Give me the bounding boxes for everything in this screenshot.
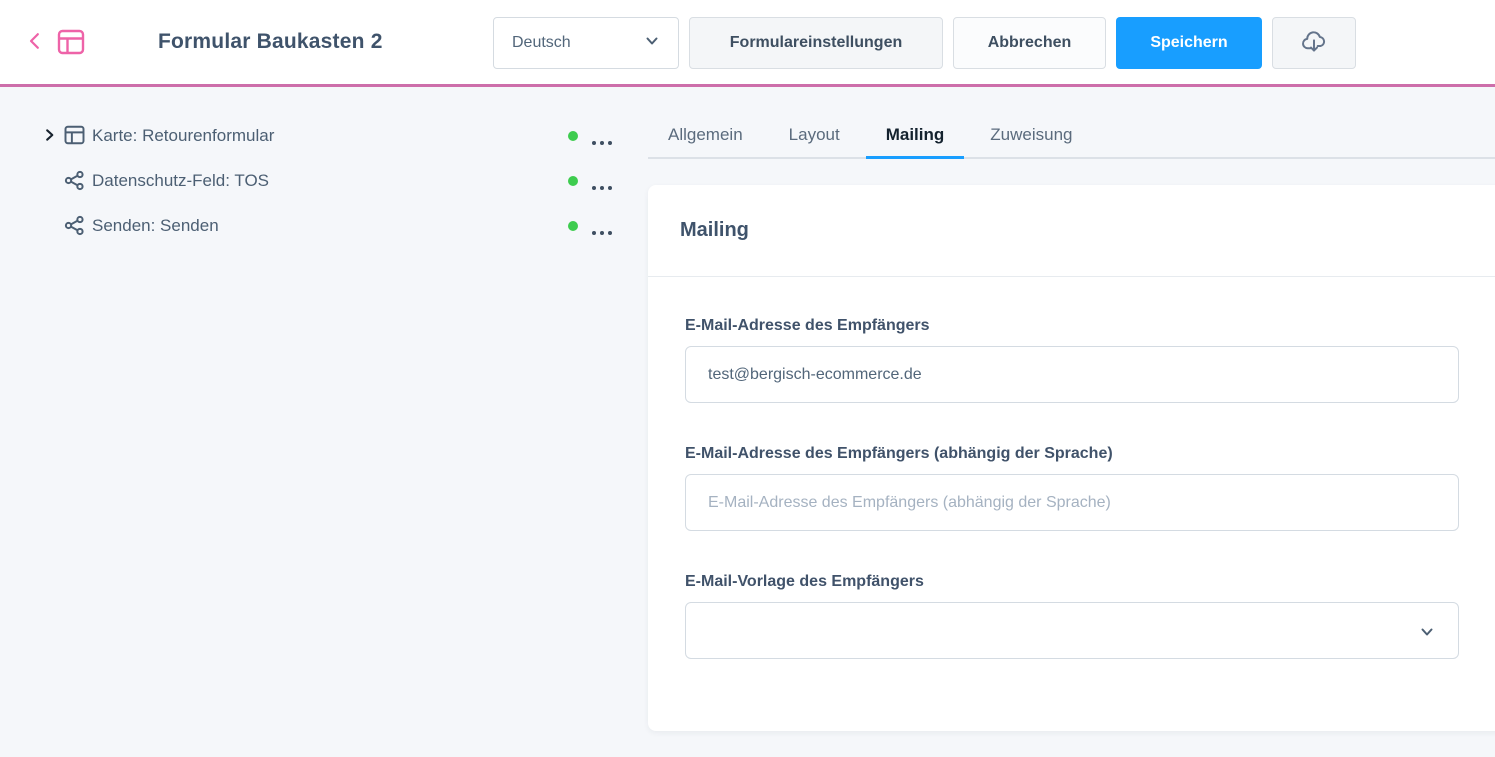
email-template-select[interactable] [685, 602, 1459, 659]
tree-item-senden-senden[interactable]: Senden: Senden [0, 211, 640, 241]
tab-allgemein[interactable]: Allgemein [648, 114, 763, 159]
context-menu-button[interactable] [591, 223, 613, 241]
tab-zuweisung[interactable]: Zuweisung [970, 114, 1092, 159]
save-button[interactable]: Speichern [1116, 17, 1262, 69]
share-nodes-icon [64, 215, 85, 241]
header-actions: Deutsch Formulareinstellungen Abbrechen … [493, 17, 1356, 69]
expand-chevron-icon[interactable] [42, 127, 57, 148]
status-dot-green [568, 221, 578, 231]
recipient-email-language-input[interactable] [685, 474, 1459, 531]
tree-item-datenschutz-feld-tos[interactable]: Datenschutz-Feld: TOS [0, 166, 640, 196]
mailing-card: Mailing E-Mail-Adresse des Empfängers E-… [648, 185, 1495, 731]
field-recipient-email: E-Mail-Adresse des Empfängers [685, 317, 1492, 403]
tree-item-label: Karte: Retourenformular [92, 121, 274, 151]
card-body: E-Mail-Adresse des Empfängers E-Mail-Adr… [648, 277, 1495, 659]
language-select[interactable]: Deutsch [493, 17, 679, 69]
field-label: E-Mail-Adresse des Empfängers [685, 317, 1492, 335]
field-recipient-email-template: E-Mail-Vorlage des Empfängers [685, 573, 1492, 659]
context-menu-button[interactable] [591, 133, 613, 151]
chevron-down-icon [1418, 624, 1436, 645]
tabbar: Allgemein Layout Mailing Zuweisung [648, 114, 1495, 159]
card-header: Mailing [648, 185, 1495, 277]
card-title: Mailing [680, 219, 749, 242]
download-button[interactable] [1272, 17, 1356, 69]
tree-item-label: Senden: Senden [92, 211, 219, 241]
header: Formular Baukasten 2 Deutsch Formularein… [0, 0, 1495, 87]
share-nodes-icon [64, 170, 85, 196]
recipient-email-input[interactable] [685, 346, 1459, 403]
tree-item-label: Datenschutz-Feld: TOS [92, 166, 269, 196]
status-dot-green [568, 176, 578, 186]
tab-layout[interactable]: Layout [769, 114, 860, 159]
back-button[interactable] [22, 30, 48, 56]
language-select-value: Deutsch [512, 34, 571, 52]
main-area: Karte: Retourenformular Datenschutz-Feld… [0, 90, 1495, 757]
card-layout-icon [64, 125, 85, 150]
chevron-down-icon [644, 33, 660, 54]
cancel-button[interactable]: Abbrechen [953, 17, 1106, 69]
field-label: E-Mail-Adresse des Empfängers (abhängig … [685, 445, 1492, 463]
form-builder-icon [57, 29, 85, 60]
status-dot-green [568, 131, 578, 141]
context-menu-button[interactable] [591, 178, 613, 196]
tab-mailing[interactable]: Mailing [866, 114, 965, 159]
chevron-left-icon [26, 30, 44, 57]
field-label: E-Mail-Vorlage des Empfängers [685, 573, 1492, 591]
page-title: Formular Baukasten 2 [158, 0, 383, 84]
cloud-download-icon [1299, 27, 1329, 60]
tree-item-karte-retourenformular[interactable]: Karte: Retourenformular [0, 121, 640, 151]
field-recipient-email-language: E-Mail-Adresse des Empfängers (abhängig … [685, 445, 1492, 531]
form-settings-button[interactable]: Formulareinstellungen [689, 17, 943, 69]
